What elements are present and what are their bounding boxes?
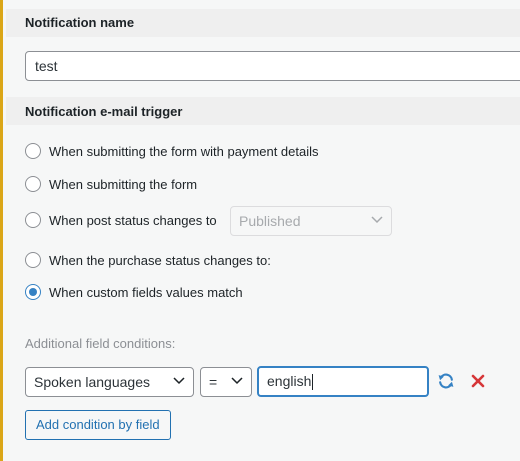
notification-name-label: Notification name bbox=[25, 15, 135, 30]
trigger-option-custom-fields[interactable]: When custom fields values match bbox=[25, 282, 243, 302]
trigger-option-label: When submitting the form with payment de… bbox=[49, 143, 319, 159]
email-trigger-label: Notification e-mail trigger bbox=[25, 104, 183, 119]
refresh-icon[interactable] bbox=[435, 370, 457, 392]
trigger-option-post-status[interactable]: When post status changes to bbox=[25, 210, 217, 230]
condition-value-text: english bbox=[267, 373, 312, 389]
chevron-down-icon bbox=[371, 216, 383, 224]
trigger-option-purchase-status[interactable]: When the purchase status changes to: bbox=[25, 250, 271, 270]
trigger-option-label: When submitting the form bbox=[49, 176, 198, 192]
condition-operator-select[interactable]: = bbox=[200, 367, 252, 397]
trigger-option-label: When post status changes to bbox=[49, 212, 217, 228]
radio-button-checked[interactable] bbox=[25, 284, 41, 300]
radio-button[interactable] bbox=[25, 212, 41, 228]
trigger-option-payment-details[interactable]: When submitting the form with payment de… bbox=[25, 141, 319, 161]
radio-button[interactable] bbox=[25, 176, 41, 192]
radio-button[interactable] bbox=[25, 252, 41, 268]
post-status-select[interactable]: Published bbox=[230, 206, 392, 236]
notification-name-input[interactable]: test bbox=[25, 51, 520, 81]
chevron-down-icon bbox=[231, 377, 243, 385]
radio-button[interactable] bbox=[25, 143, 41, 159]
trigger-option-label: When the purchase status changes to: bbox=[49, 252, 271, 268]
chevron-down-icon bbox=[173, 377, 185, 385]
trigger-option-label: When custom fields values match bbox=[49, 284, 243, 300]
post-status-value: Published bbox=[239, 213, 301, 229]
text-caret bbox=[312, 374, 314, 391]
condition-field-value: Spoken languages bbox=[34, 374, 150, 390]
additional-conditions-label: Additional field conditions: bbox=[25, 336, 176, 351]
trigger-option-form-submit[interactable]: When submitting the form bbox=[25, 174, 197, 194]
condition-field-select[interactable]: Spoken languages bbox=[25, 367, 194, 397]
condition-operator-value: = bbox=[209, 374, 218, 390]
close-icon[interactable] bbox=[467, 370, 489, 392]
condition-value-input[interactable]: english bbox=[257, 366, 429, 397]
add-condition-button[interactable]: Add condition by field bbox=[25, 410, 171, 440]
